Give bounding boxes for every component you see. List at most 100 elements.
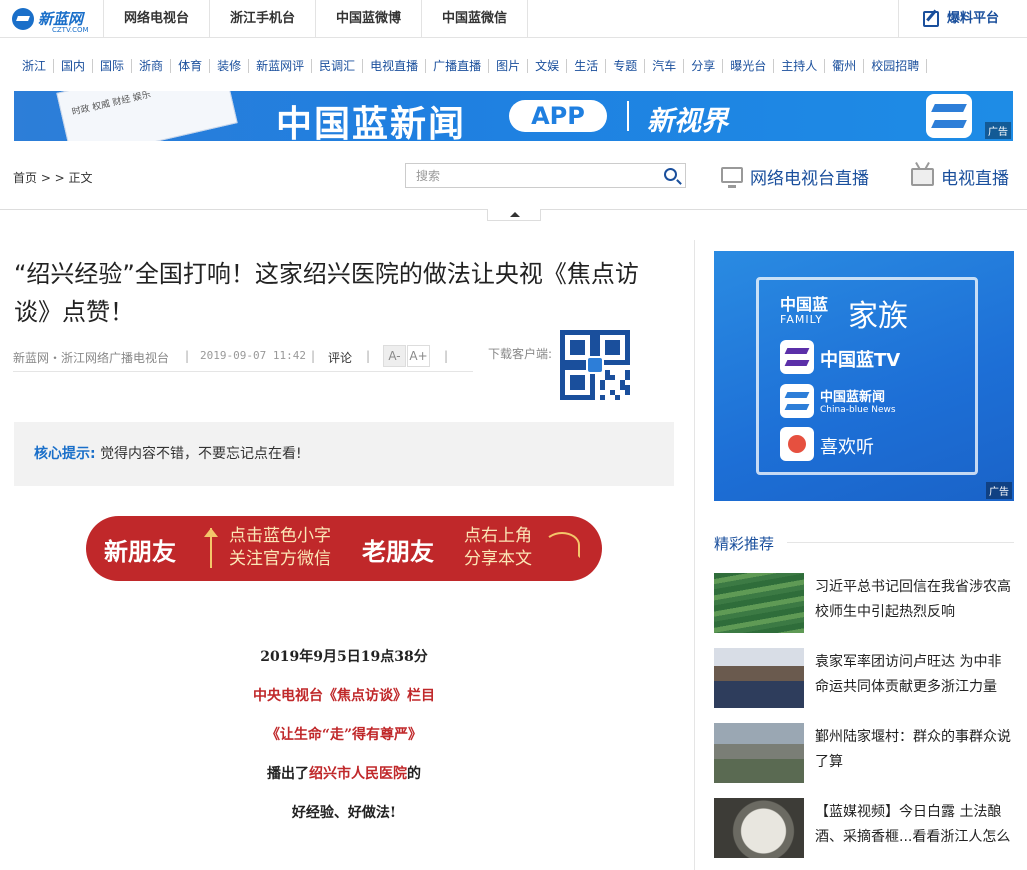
- follow-promo-banner: 新朋友 点击蓝色小字 关注官方微信 老朋友 点右上角 分享本文: [86, 516, 602, 581]
- qr-module: [600, 385, 605, 390]
- banner-app-pill: APP: [509, 100, 607, 132]
- body-highlight: 绍兴市人民医院: [309, 766, 407, 782]
- china-blue-news-icon: [780, 384, 814, 418]
- recommend-item[interactable]: 【蓝媒视频】今日白露 土法酿酒、采摘香榧...看看浙江人怎么: [714, 798, 1014, 858]
- network-tv-live-label: 网络电视台直播: [750, 169, 869, 189]
- arrow-up-icon: [204, 528, 218, 568]
- banner-slogan: 新视界: [647, 106, 728, 137]
- logo-mark-icon: [12, 8, 34, 30]
- ad-tag: 广告: [985, 122, 1011, 139]
- channel-link[interactable]: 新蓝网评: [249, 59, 313, 73]
- listen-app-icon: [780, 427, 814, 461]
- family-ad-title: 家族: [848, 299, 908, 334]
- site-logo[interactable]: 新蓝网 CZTV.COM: [12, 6, 98, 34]
- family-ad-news-cn: 中国蓝新闻: [820, 390, 886, 405]
- channel-link[interactable]: 曝光台: [723, 59, 775, 73]
- zhejiang-tv-logo-icon: [926, 94, 972, 138]
- recommend-text: 【蓝媒视频】今日白露 土法酿酒、采摘香榧...看看浙江人怎么: [815, 804, 1011, 845]
- topnav-network-tv[interactable]: 网络电视台: [103, 0, 209, 38]
- family-ad-tv: 中国蓝TV: [820, 350, 901, 371]
- body-line: 好经验、好做法!: [291, 805, 397, 821]
- recommend-text: 袁家军率团访问卢旺达 为中非命运共同体贡献更多浙江力量: [815, 654, 1002, 695]
- topnav-weixin[interactable]: 中国蓝微信: [421, 0, 529, 38]
- share-arrow-icon: [544, 532, 580, 558]
- banner-title: 中国蓝新闻: [276, 104, 467, 141]
- edit-icon: [923, 11, 939, 27]
- promo-old-tip-line: 分享本文: [464, 549, 532, 569]
- channel-link[interactable]: 体育: [171, 59, 211, 73]
- comment-link[interactable]: 评论: [328, 349, 352, 366]
- tv-live-label: 电视直播: [941, 169, 1009, 189]
- channel-link[interactable]: 文娱: [528, 59, 568, 73]
- family-ad[interactable]: 中国蓝 FAMILY 家族 中国蓝TV 中国蓝新闻 China-blue News…: [714, 251, 1014, 501]
- meta-divider: |: [444, 349, 449, 363]
- recommend-item[interactable]: 习近平总书记回信在我省涉农高校师生中引起热烈反响: [714, 573, 1014, 633]
- topnav-weibo[interactable]: 中国蓝微博: [315, 0, 421, 38]
- meta-divider: |: [185, 349, 190, 363]
- article-body: 2019年9月5日19点38分 中央电视台《焦点访谈》栏目 《让生命“走”得有尊…: [14, 640, 674, 835]
- recommend-text: 习近平总书记回信在我省涉农高校师生中引起热烈反响: [815, 579, 1011, 620]
- download-label: 下载客户端:: [488, 347, 553, 361]
- breadcrumb[interactable]: 首页 > > 正文: [13, 169, 93, 186]
- qr-code[interactable]: [560, 330, 630, 400]
- channel-link[interactable]: 校园招聘: [864, 59, 928, 73]
- channel-link[interactable]: 浙商: [132, 59, 172, 73]
- channel-link[interactable]: 国内: [54, 59, 94, 73]
- channel-link[interactable]: 衢州: [825, 59, 865, 73]
- recommend-thumb: [714, 573, 804, 633]
- banner-separator: [627, 101, 629, 131]
- phone-text: 时政 权威 财经 娱乐: [71, 91, 152, 118]
- family-ad-listen: 喜欢听: [820, 437, 874, 458]
- channel-link[interactable]: 分享: [684, 59, 724, 73]
- qr-finder: [605, 340, 620, 355]
- hint-key: 核心提示:: [34, 446, 96, 462]
- qr-finder: [570, 375, 585, 390]
- promo-old-friend: 老朋友: [362, 538, 434, 566]
- body-line: 中央电视台《焦点访谈》栏目: [253, 688, 435, 704]
- qr-logo-icon: [586, 356, 604, 374]
- promo-new-tip: 点击蓝色小字 关注官方微信: [229, 525, 331, 571]
- topnav-mobile-tv[interactable]: 浙江手机台: [209, 0, 315, 38]
- search-icon[interactable]: [664, 168, 677, 181]
- family-ad-news: 中国蓝新闻 China-blue News: [820, 386, 896, 415]
- recommend-item[interactable]: 鄞州陆家堰村：群众的事群众说了算: [714, 723, 1014, 783]
- search-input[interactable]: [406, 164, 656, 187]
- channel-link[interactable]: 广播直播: [426, 59, 490, 73]
- recommend-thumb: [714, 648, 804, 708]
- family-ad-family: FAMILY: [780, 313, 823, 326]
- body-text: 播出了: [267, 766, 309, 782]
- body-text: 的: [407, 766, 421, 782]
- channel-link[interactable]: 专题: [606, 59, 646, 73]
- app-banner-ad[interactable]: 时政 权威 财经 娱乐 中国蓝新闻 APP 新视界 广告: [14, 91, 1013, 141]
- font-increase-button[interactable]: A+: [407, 345, 430, 367]
- channel-link[interactable]: 装修: [210, 59, 250, 73]
- qr-module: [600, 395, 605, 400]
- channel-link[interactable]: 民调汇: [312, 59, 364, 73]
- font-decrease-button[interactable]: A-: [383, 345, 406, 367]
- article-source: 新蓝网・浙江网络广播电视台: [13, 351, 170, 365]
- collapse-toggle[interactable]: [487, 209, 541, 221]
- ad-tag: 广告: [986, 482, 1012, 499]
- channel-link[interactable]: 汽车: [645, 59, 685, 73]
- qr-module: [610, 375, 615, 380]
- channel-link[interactable]: 图片: [489, 59, 529, 73]
- promo-new-tip-line: 点击蓝色小字: [229, 526, 331, 546]
- qr-module: [615, 395, 620, 400]
- family-ad-news-en: China-blue News: [820, 405, 896, 415]
- tv-icon: [911, 168, 934, 186]
- china-blue-tv-icon: [780, 340, 814, 374]
- monitor-icon: [721, 167, 743, 188]
- phone-mockup: 时政 权威 财经 娱乐: [56, 91, 238, 141]
- baoliao-button[interactable]: 爆料平台: [898, 0, 1027, 38]
- baoliao-label: 爆料平台: [947, 11, 1000, 26]
- channel-link[interactable]: 电视直播: [363, 59, 427, 73]
- recommend-rule: [787, 542, 1014, 543]
- channel-link[interactable]: 国际: [93, 59, 133, 73]
- logo-domain: CZTV.COM: [52, 26, 89, 34]
- channel-link[interactable]: 浙江: [14, 59, 55, 73]
- channel-nav: 浙江 国内 国际 浙商 体育 装修 新蓝网评 民调汇 电视直播 广播直播 图片 …: [14, 54, 928, 78]
- promo-old-tip-line: 点右上角: [464, 526, 532, 546]
- recommend-item[interactable]: 袁家军率团访问卢旺达 为中非命运共同体贡献更多浙江力量: [714, 648, 1014, 708]
- channel-link[interactable]: 主持人: [774, 59, 826, 73]
- channel-link[interactable]: 生活: [567, 59, 607, 73]
